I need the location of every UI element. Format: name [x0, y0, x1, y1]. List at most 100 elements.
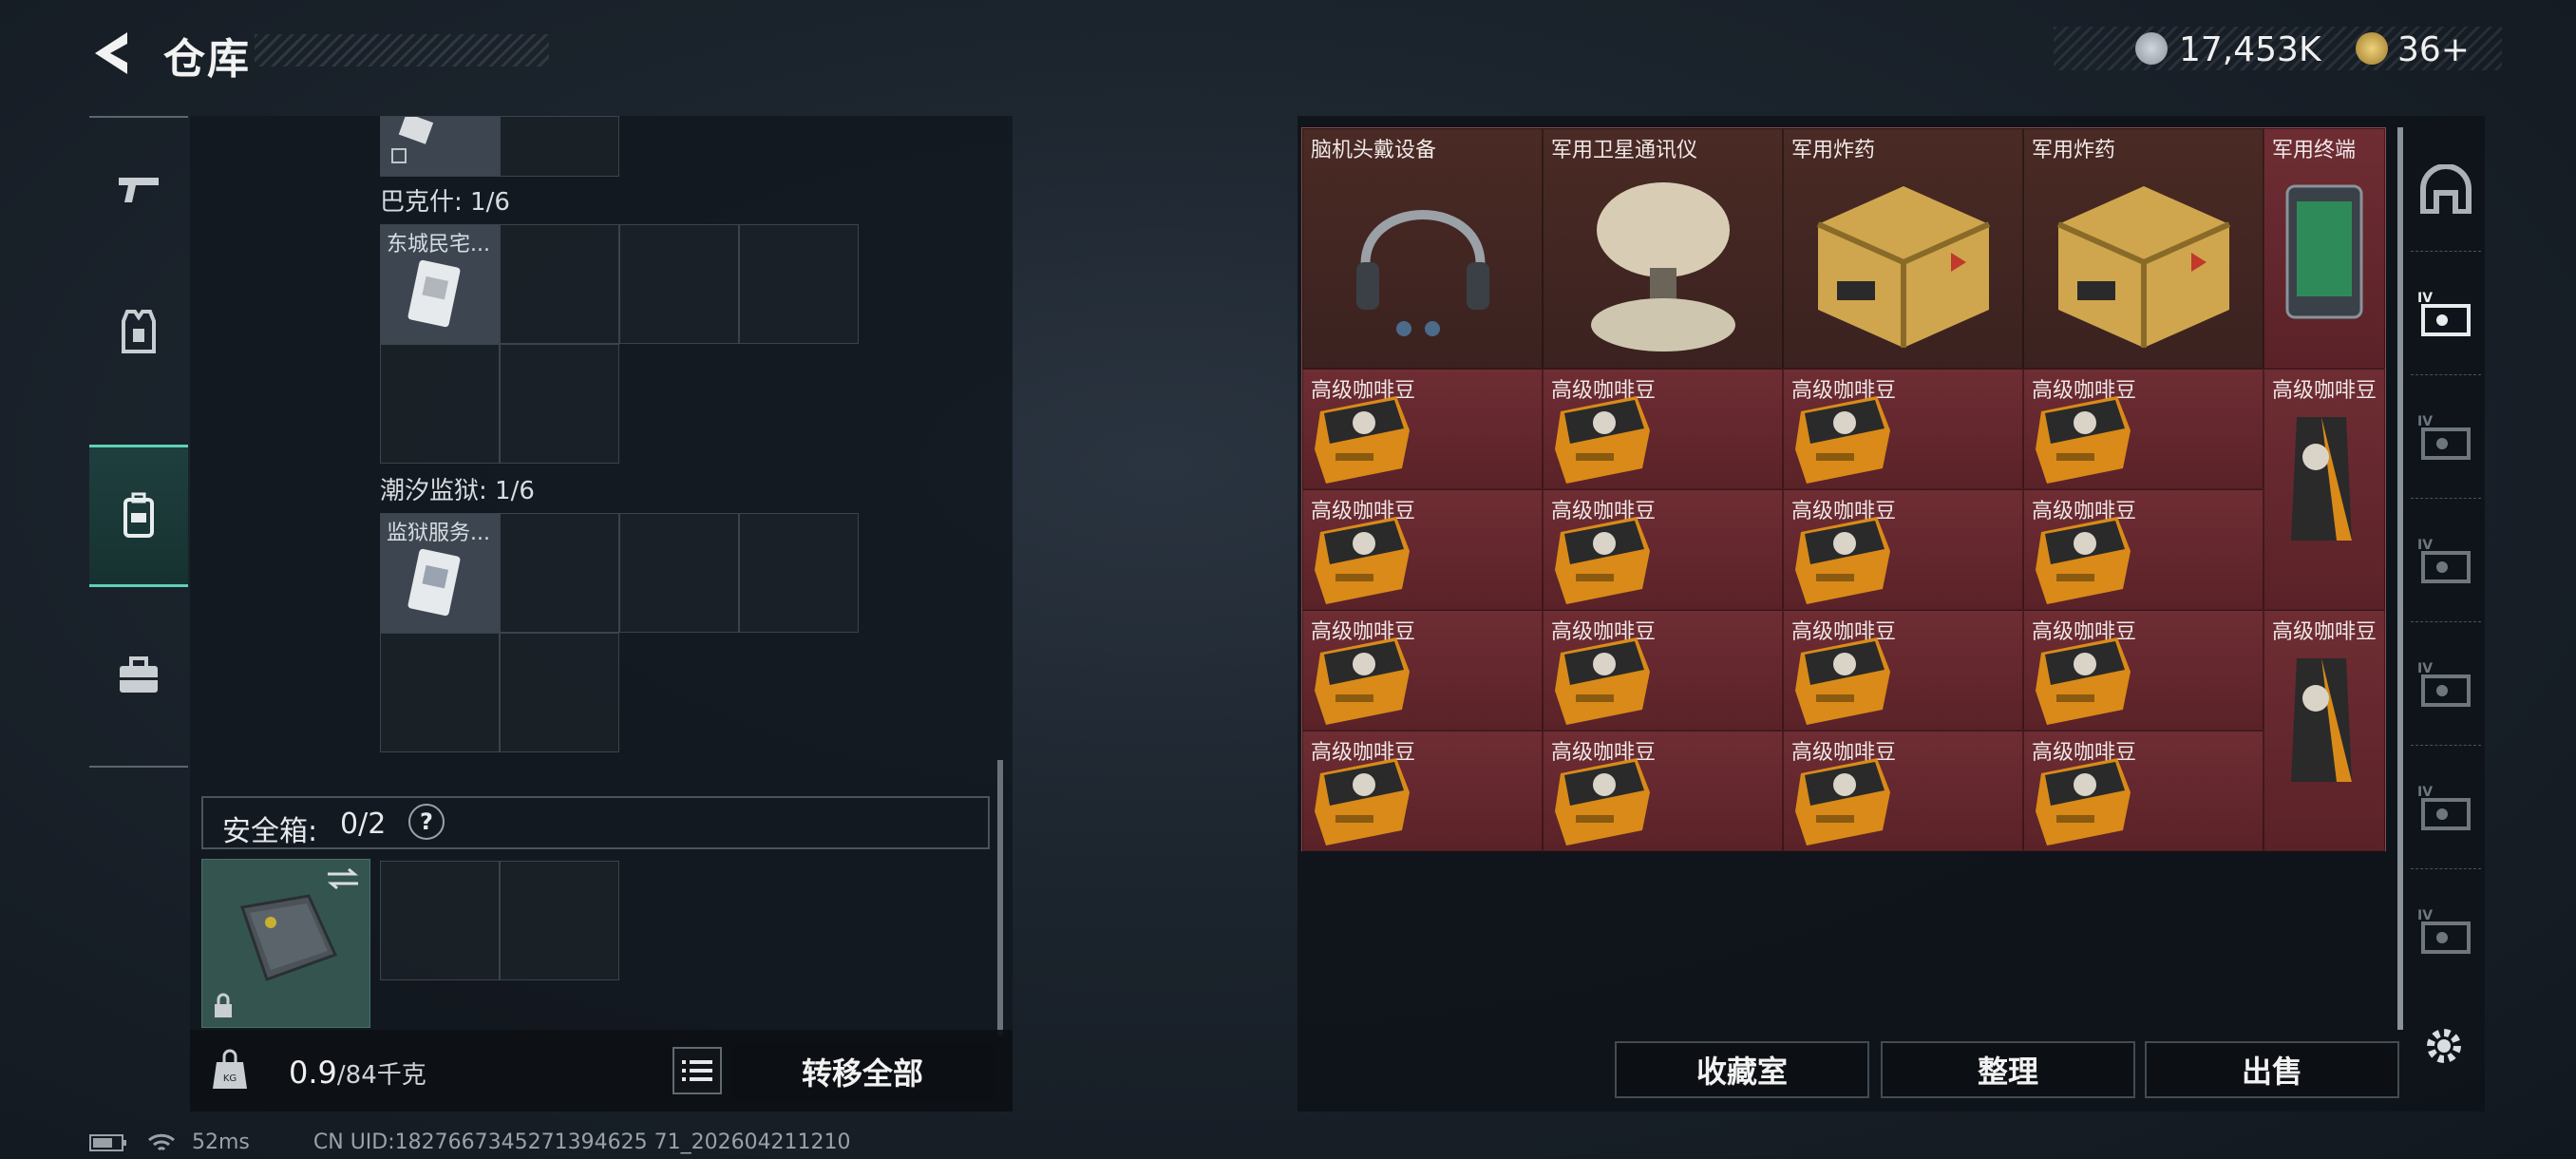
- coffee-item[interactable]: 高级咖啡豆: [1783, 369, 2023, 489]
- item-label: 军用终端: [2272, 139, 2357, 162]
- stash-grid: 脑机头戴设备 军用卫星通讯仪 军用炸药 军用炸药 军用终端 高级咖啡豆 高级咖啡…: [1301, 127, 2386, 851]
- storage-box-icon: IV: [2417, 785, 2471, 830]
- stash-tab-all[interactable]: [2411, 127, 2481, 251]
- grid-cell[interactable]: [500, 513, 619, 633]
- grid-cell[interactable]: [380, 344, 500, 464]
- grid-cell[interactable]: [380, 633, 500, 752]
- coffee-item[interactable]: 高级咖啡豆: [1302, 489, 1543, 610]
- gear-icon[interactable]: [2420, 1022, 2468, 1070]
- coffee-item[interactable]: 高级咖啡豆: [1783, 489, 2023, 610]
- grid-cell[interactable]: [739, 513, 859, 633]
- partial-item-cell[interactable]: [380, 116, 500, 177]
- coffee-bag-tall-icon: [2291, 417, 2352, 541]
- battery-icon: [89, 1134, 126, 1151]
- organize-button[interactable]: 整理: [1881, 1041, 2135, 1098]
- safe-box-header: 安全箱: 0/2 ?: [201, 796, 990, 849]
- stash-item[interactable]: 军用终端: [2263, 128, 2385, 369]
- lock-icon: [215, 993, 232, 1017]
- currency-bar: 17,453K 36+: [2054, 27, 2502, 70]
- coffee-item[interactable]: 高级咖啡豆: [1783, 610, 2023, 731]
- coffee-item[interactable]: 高级咖啡豆: [1783, 731, 2023, 851]
- title-decoration: [255, 34, 549, 66]
- coffee-item[interactable]: 高级咖啡豆: [2023, 489, 2263, 610]
- uid-readout: CN UID:1827667345271394625 71_2026042112…: [313, 1130, 851, 1154]
- item-label: 脑机头戴设备: [1311, 139, 1437, 162]
- list-icon: [682, 1060, 712, 1081]
- stash-tab-bar: IV IV IV IV IV IV: [2407, 127, 2485, 1020]
- weapon-tab[interactable]: [89, 118, 188, 260]
- safe-box-label: 安全箱:: [222, 815, 318, 848]
- toolbox-icon: [120, 656, 158, 693]
- wifi-icon: [148, 1133, 175, 1151]
- coffee-item[interactable]: 高级咖啡豆: [1302, 369, 1543, 489]
- safe-slot[interactable]: [380, 861, 500, 980]
- weight-value: 0.9: [289, 1054, 337, 1091]
- grid-cell[interactable]: [619, 224, 739, 344]
- grid-cell[interactable]: [500, 224, 619, 344]
- coffee-bag-icon: [1795, 396, 1890, 484]
- coffee-item[interactable]: 高级咖啡豆: [1543, 610, 1783, 731]
- stash-item[interactable]: 脑机头戴设备: [1302, 128, 1543, 369]
- item-label: 军用卫星通讯仪: [1551, 139, 1698, 162]
- coffee-bag-icon: [1315, 517, 1410, 604]
- stash-tab-4[interactable]: IV: [2411, 621, 2481, 746]
- coffee-item[interactable]: 高级咖啡豆: [1543, 731, 1783, 851]
- keycard-icon: [407, 259, 461, 328]
- stash-item[interactable]: 军用卫星通讯仪: [1543, 128, 1783, 369]
- help-button[interactable]: ?: [408, 804, 445, 840]
- item-label: 东城民宅...: [387, 233, 490, 256]
- item-cell-chaoxi[interactable]: 监狱服务...: [380, 513, 500, 633]
- coffee-item[interactable]: 高级咖啡豆: [1543, 369, 1783, 489]
- weight-icon: KG: [213, 1049, 247, 1089]
- grid-cell[interactable]: [500, 633, 619, 752]
- swap-icon[interactable]: [324, 867, 362, 890]
- stash-item[interactable]: 军用炸药: [2023, 128, 2263, 369]
- sell-button[interactable]: 出售: [2145, 1041, 2399, 1098]
- grid-cell[interactable]: [739, 224, 859, 344]
- svg-text:IV: IV: [2417, 661, 2433, 676]
- collection-room-button[interactable]: 收藏室: [1615, 1041, 1869, 1098]
- grid-cell[interactable]: [619, 513, 739, 633]
- list-view-button[interactable]: [672, 1047, 722, 1094]
- svg-text:IV: IV: [2417, 538, 2433, 553]
- coffee-item[interactable]: 高级咖啡豆: [1302, 731, 1543, 851]
- grid-cell[interactable]: [500, 116, 619, 177]
- vest-icon: [122, 310, 156, 353]
- safe-slot[interactable]: [500, 861, 619, 980]
- stash-tab-6[interactable]: IV: [2411, 868, 2481, 993]
- item-cell-bakeshi[interactable]: 东城民宅...: [380, 224, 500, 344]
- svg-text:KG: KG: [223, 1074, 237, 1084]
- coffee-item-tall[interactable]: 高级咖啡豆: [2263, 369, 2385, 610]
- page-title: 仓库: [163, 35, 251, 84]
- left-scrollbar[interactable]: [997, 760, 1003, 1036]
- backpack-tab[interactable]: [89, 445, 188, 587]
- stash-tab-3[interactable]: IV: [2411, 498, 2481, 622]
- case-tab[interactable]: [89, 604, 188, 747]
- stash-tab-1[interactable]: IV: [2411, 251, 2481, 375]
- svg-text:IV: IV: [2417, 908, 2433, 923]
- back-arrow-icon[interactable]: [87, 27, 135, 80]
- coffee-item[interactable]: 高级咖啡豆: [2023, 731, 2263, 851]
- coffee-bag-icon: [1555, 758, 1650, 846]
- coin-amount: 17,453K: [2179, 30, 2321, 69]
- coffee-bag-icon: [1795, 517, 1890, 604]
- ticket-icon: [2356, 32, 2388, 65]
- stash-scrollbar[interactable]: [2397, 127, 2403, 1030]
- ticket-amount: 36+: [2397, 30, 2470, 69]
- item-label: 高级咖啡豆: [2272, 379, 2377, 403]
- keycard-icon: [407, 548, 461, 617]
- coffee-item[interactable]: 高级咖啡豆: [2023, 369, 2263, 489]
- coffee-item[interactable]: 高级咖啡豆: [2023, 610, 2263, 731]
- stash-tab-5[interactable]: IV: [2411, 745, 2481, 869]
- grid-cell[interactable]: [500, 344, 619, 464]
- stash-item[interactable]: 军用炸药: [1783, 128, 2023, 369]
- coffee-item[interactable]: 高级咖啡豆: [1543, 489, 1783, 610]
- stash-tab-2[interactable]: IV: [2411, 374, 2481, 499]
- safe-box-container[interactable]: [201, 859, 370, 1028]
- transfer-all-button[interactable]: 转移全部: [731, 1043, 994, 1100]
- coffee-item-tall[interactable]: 高级咖啡豆: [2263, 610, 2385, 851]
- coin-icon: [2135, 32, 2168, 65]
- backpack-icon: [123, 492, 154, 538]
- coffee-item[interactable]: 高级咖啡豆: [1302, 610, 1543, 731]
- armor-tab[interactable]: [89, 260, 188, 403]
